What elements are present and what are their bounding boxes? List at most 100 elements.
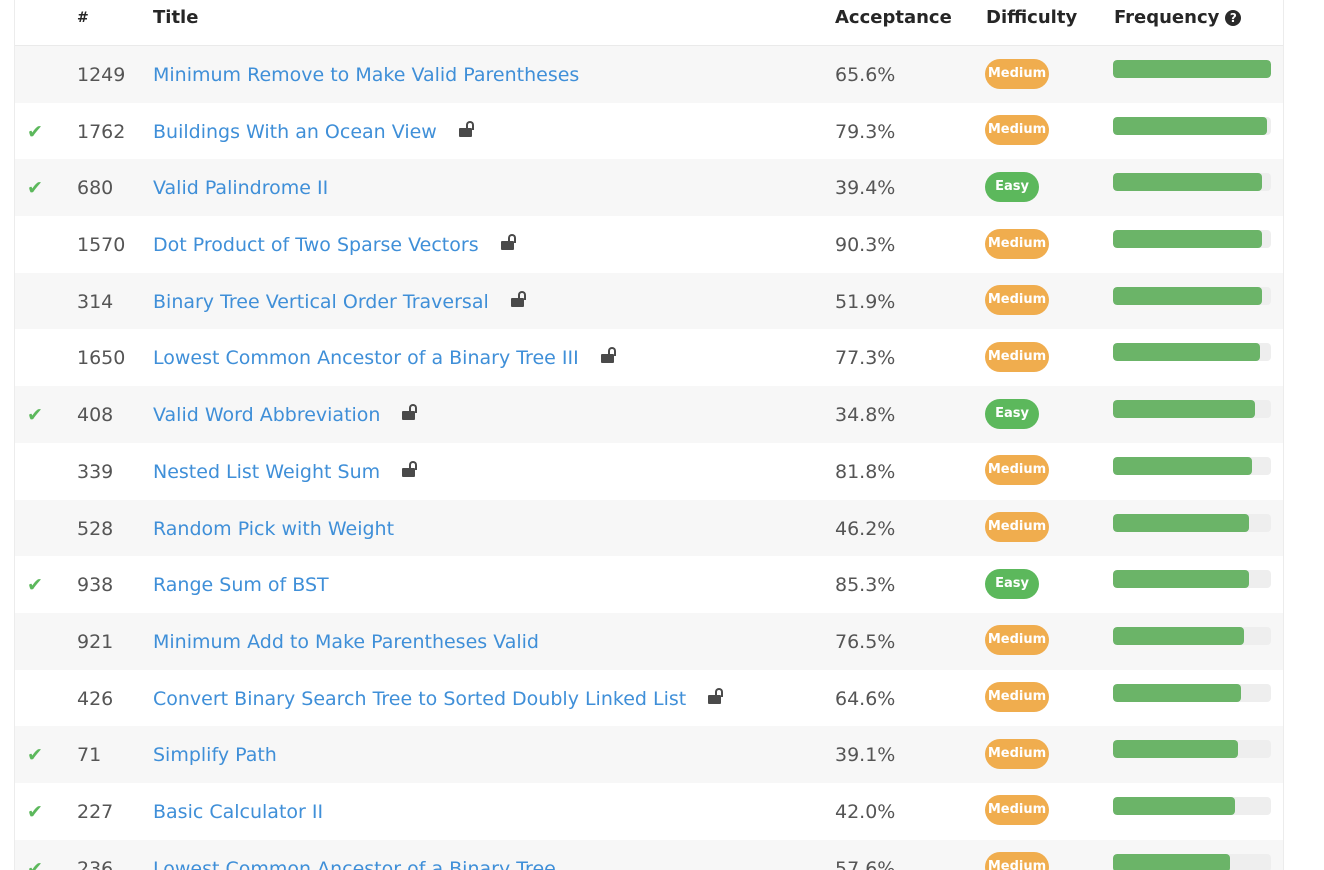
acceptance-rate: 39.1% xyxy=(835,744,896,767)
problem-number: 71 xyxy=(77,744,102,767)
problem-title-cell: Random Pick with Weight xyxy=(153,500,394,557)
acceptance-rate: 65.6% xyxy=(835,64,896,86)
table-row: 1249 Minimum Remove to Make Valid Parenth… xyxy=(15,46,1283,103)
problem-title-link[interactable]: Valid Word Abbreviation xyxy=(153,404,380,426)
difficulty-cell: Medium xyxy=(985,443,1049,500)
difficulty-badge: Medium xyxy=(985,795,1049,826)
frequency-bar-fill xyxy=(1113,570,1249,589)
table-row: ✔ 680 Valid Palindrome II 39.4% Easy xyxy=(15,159,1283,217)
difficulty-cell: Medium xyxy=(985,726,1049,783)
frequency-bar-fill xyxy=(1113,60,1271,78)
frequency-bar-fill xyxy=(1113,683,1241,702)
frequency-bar xyxy=(1113,853,1271,870)
frequency-bar xyxy=(1113,570,1271,589)
problem-title-link[interactable]: Binary Tree Vertical Order Traversal xyxy=(153,291,489,313)
table-row: ✔ 938 Range Sum of BST 85.3% Easy xyxy=(15,556,1283,613)
header-frequency[interactable]: Frequency? xyxy=(1114,0,1242,36)
frequency-bar-fill xyxy=(1113,230,1263,249)
frequency-bar xyxy=(1113,343,1271,362)
problem-title-link[interactable]: Dot Product of Two Sparse Vectors xyxy=(153,234,479,256)
unlock-icon xyxy=(500,234,519,252)
frequency-bar-fill xyxy=(1113,796,1235,815)
header-title[interactable]: Title xyxy=(153,0,198,36)
problem-number: 408 xyxy=(77,404,114,427)
solved-check-icon: ✔ xyxy=(27,177,43,200)
problem-title-cell: Valid Word Abbreviation xyxy=(153,386,420,443)
difficulty-cell: Medium xyxy=(985,103,1049,160)
solved-check-icon xyxy=(27,216,51,273)
problem-title-link[interactable]: Minimum Add to Make Parentheses Valid xyxy=(153,631,539,653)
acceptance-rate: 46.2% xyxy=(835,517,896,540)
difficulty-badge: Medium xyxy=(985,115,1049,146)
problem-title-link[interactable]: Convert Binary Search Tree to Sorted Dou… xyxy=(153,688,686,710)
frequency-bar-fill xyxy=(1113,173,1263,192)
acceptance-rate: 81.8% xyxy=(835,460,896,483)
frequency-bar-fill xyxy=(1113,456,1253,475)
difficulty-cell: Medium xyxy=(985,216,1049,273)
problem-title-link[interactable]: Random Pick with Weight xyxy=(153,518,394,540)
problem-title-link[interactable]: Lowest Common Ancestor of a Binary Tree … xyxy=(153,347,579,369)
problem-number: 236 xyxy=(77,857,114,870)
solved-check-icon xyxy=(27,329,51,386)
acceptance-rate: 34.8% xyxy=(835,404,896,427)
table-row: 339 Nested List Weight Sum 81.8% Medium xyxy=(15,443,1283,500)
frequency-bar xyxy=(1113,626,1271,645)
table-row: ✔ 227 Basic Calculator II 42.0% Medium xyxy=(15,783,1283,840)
acceptance-rate: 39.4% xyxy=(835,177,896,200)
unlock-icon xyxy=(402,460,420,479)
acceptance-rate: 85.3% xyxy=(835,574,896,597)
header-number[interactable]: # xyxy=(77,0,89,36)
problem-title-link[interactable]: Valid Palindrome II xyxy=(153,177,328,199)
solved-check-icon xyxy=(27,670,51,727)
difficulty-badge: Medium xyxy=(985,341,1049,372)
problem-title-cell: Simplify Path xyxy=(153,726,277,783)
problem-number: 528 xyxy=(77,517,114,540)
problem-title-link[interactable]: Minimum Remove to Make Valid Parentheses xyxy=(153,64,579,86)
solved-check-icon: ✔ xyxy=(27,744,43,767)
header-frequency-label[interactable]: Frequency xyxy=(1114,7,1219,28)
help-icon[interactable]: ? xyxy=(1225,10,1242,26)
solved-check-icon xyxy=(27,46,51,103)
frequency-bar xyxy=(1113,60,1271,78)
unlock-icon xyxy=(510,290,529,309)
difficulty-cell: Medium xyxy=(985,273,1049,330)
problem-title-link[interactable]: Nested List Weight Sum xyxy=(153,461,380,483)
header-acceptance[interactable]: Acceptance xyxy=(835,0,952,36)
frequency-bar-fill xyxy=(1113,626,1245,645)
problem-title-link[interactable]: Range Sum of BST xyxy=(153,574,329,596)
problem-number: 1762 xyxy=(77,120,126,143)
problem-title-cell: Basic Calculator II xyxy=(153,783,323,840)
solved-check-icon: ✔ xyxy=(27,120,43,143)
frequency-bar-fill xyxy=(1113,400,1256,419)
solved-check-icon: ✔ xyxy=(27,404,43,427)
problem-title-cell: Buildings With an Ocean View xyxy=(153,103,477,160)
difficulty-badge: Medium xyxy=(985,625,1049,656)
difficulty-cell: Medium xyxy=(985,329,1049,386)
problem-title-cell: Binary Tree Vertical Order Traversal xyxy=(153,273,529,330)
difficulty-badge: Medium xyxy=(985,228,1049,259)
header-difficulty[interactable]: Difficulty xyxy=(986,0,1077,36)
problem-title-cell: Lowest Common Ancestor of a Binary Tree xyxy=(153,840,556,870)
difficulty-cell: Easy xyxy=(985,556,1039,613)
solved-check-icon xyxy=(27,500,51,557)
solved-check-icon: ✔ xyxy=(27,857,43,870)
unlock-icon xyxy=(600,347,619,365)
solved-check-icon xyxy=(27,443,51,500)
table-row: 426 Convert Binary Search Tree to Sorted … xyxy=(15,670,1283,727)
difficulty-cell: Medium xyxy=(985,46,1049,103)
problem-title-link[interactable]: Simplify Path xyxy=(153,744,277,766)
problem-title-link[interactable]: Basic Calculator II xyxy=(153,801,323,823)
acceptance-rate: 77.3% xyxy=(835,347,896,370)
problem-title-link[interactable]: Lowest Common Ancestor of a Binary Tree xyxy=(153,858,556,870)
difficulty-badge: Medium xyxy=(985,852,1049,870)
acceptance-rate: 90.3% xyxy=(835,234,896,257)
problem-number: 1650 xyxy=(77,347,126,370)
acceptance-rate: 79.3% xyxy=(835,120,896,143)
difficulty-badge: Easy xyxy=(985,171,1039,202)
difficulty-badge: Medium xyxy=(985,455,1049,486)
problem-title-link[interactable]: Buildings With an Ocean View xyxy=(153,121,437,143)
difficulty-cell: Medium xyxy=(985,500,1049,557)
difficulty-cell: Medium xyxy=(985,840,1049,870)
problem-number: 339 xyxy=(77,460,114,483)
problem-table: # Title Acceptance Difficulty Frequency?… xyxy=(14,0,1284,870)
